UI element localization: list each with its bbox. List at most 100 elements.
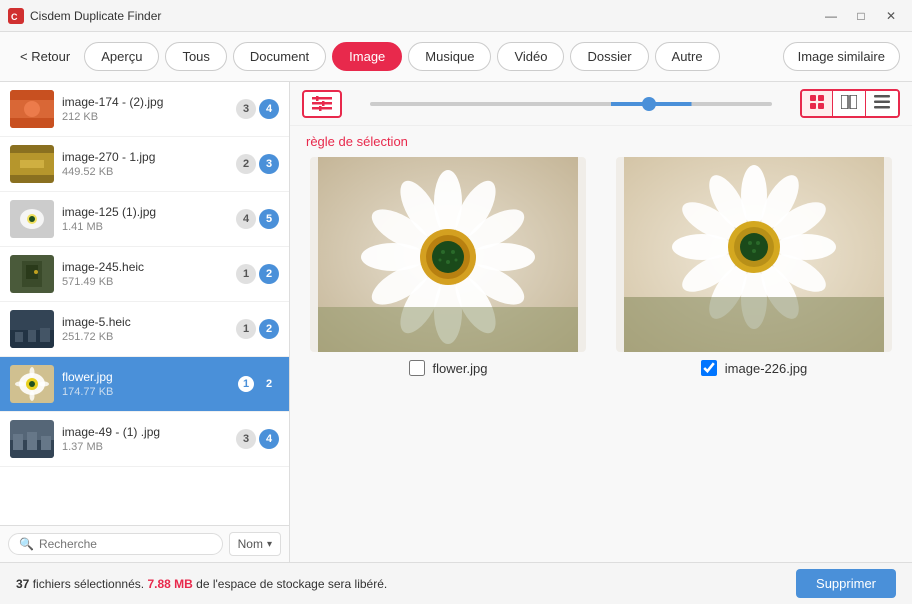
badge-index: 2: [259, 319, 279, 339]
search-input[interactable]: [39, 537, 212, 551]
view-buttons: [800, 89, 900, 118]
filter-musique[interactable]: Musique: [408, 42, 491, 71]
badge-group: 4: [236, 209, 256, 229]
file-thumbnail: [10, 90, 54, 128]
list-item[interactable]: image-245.heic 571.49 KB 1 2: [0, 247, 289, 302]
selection-rules-button[interactable]: [302, 90, 342, 118]
back-button[interactable]: < Retour: [12, 45, 78, 68]
selection-rule-label: règle de sélection: [290, 126, 912, 157]
list-item[interactable]: image-270 - 1.jpg 449.52 KB 2 3: [0, 137, 289, 192]
preview-area: flower.jpg: [290, 157, 912, 562]
chevron-down-icon: ▾: [267, 539, 272, 550]
search-bar: 🔍 Nom ▾: [0, 525, 289, 562]
delete-button[interactable]: Supprimer: [796, 569, 896, 598]
preview-col-right: image-226.jpg: [616, 157, 892, 552]
file-info: image-270 - 1.jpg 449.52 KB: [62, 150, 228, 178]
file-label-right: image-226.jpg: [725, 361, 807, 376]
file-label-row-right: image-226.jpg: [701, 360, 807, 376]
close-button[interactable]: ✕: [878, 6, 904, 26]
badge-group: 3: [236, 99, 256, 119]
zoom-slider[interactable]: [370, 102, 772, 106]
file-label-row-left: flower.jpg: [409, 360, 488, 376]
view-list-button[interactable]: [866, 91, 898, 116]
list-item[interactable]: image-5.heic 251.72 KB 1 2: [0, 302, 289, 357]
preview-image-left: [310, 157, 586, 352]
filter-video[interactable]: Vidéo: [497, 42, 564, 71]
status-count: 37: [16, 577, 29, 591]
file-size: 212 KB: [62, 111, 228, 123]
file-thumbnail: [10, 200, 54, 238]
badge-group: 3: [236, 429, 256, 449]
file-badges: 4 5: [236, 209, 279, 229]
file-info: image-125 (1).jpg 1.41 MB: [62, 205, 228, 233]
maximize-button[interactable]: □: [848, 6, 874, 26]
list-item[interactable]: flower.jpg 174.77 KB 1 2: [0, 357, 289, 412]
file-thumbnail: [10, 310, 54, 348]
filter-autre[interactable]: Autre: [655, 42, 720, 71]
file-badges: 3 4: [236, 429, 279, 449]
filter-document[interactable]: Document: [233, 42, 326, 71]
badge-group: 2: [236, 154, 256, 174]
file-badges: 1 2: [236, 319, 279, 339]
list-item[interactable]: image-125 (1).jpg 1.41 MB 4 5: [0, 192, 289, 247]
badge-index: 2: [259, 374, 279, 394]
file-size: 449.52 KB: [62, 166, 228, 178]
list-item[interactable]: image-49 - (1) .jpg 1.37 MB 3 4: [0, 412, 289, 467]
badge-index: 5: [259, 209, 279, 229]
app-icon: C: [8, 8, 24, 24]
file-thumbnail: [10, 420, 54, 458]
file-checkbox-left[interactable]: [409, 360, 425, 376]
status-storage: de l'espace de stockage sera libéré.: [196, 577, 387, 591]
image-similaire-button[interactable]: Image similaire: [783, 42, 900, 71]
file-name: flower.jpg: [62, 370, 228, 384]
view-compare-button[interactable]: [833, 91, 866, 116]
file-size: 174.77 KB: [62, 386, 228, 398]
file-badges: 2 3: [236, 154, 279, 174]
file-name: image-125 (1).jpg: [62, 205, 228, 219]
list-item[interactable]: image-174 - (2).jpg 212 KB 3 4: [0, 82, 289, 137]
file-name: image-270 - 1.jpg: [62, 150, 228, 164]
badge-group: 1: [236, 319, 256, 339]
minimize-button[interactable]: —: [818, 6, 844, 26]
search-icon: 🔍: [19, 537, 34, 551]
status-fichiers: fichiers sélectionnés.: [33, 577, 148, 591]
file-size: 1.41 MB: [62, 221, 228, 233]
file-name: image-49 - (1) .jpg: [62, 425, 228, 439]
file-thumbnail: [10, 365, 54, 403]
badge-index: 2: [259, 264, 279, 284]
file-info: image-174 - (2).jpg 212 KB: [62, 95, 228, 123]
sort-label: Nom: [238, 537, 263, 551]
window-controls: — □ ✕: [818, 6, 904, 26]
app-title: Cisdem Duplicate Finder: [30, 9, 161, 23]
file-size: 251.72 KB: [62, 331, 228, 343]
badge-index: 3: [259, 154, 279, 174]
file-thumbnail: [10, 255, 54, 293]
filter-apercu[interactable]: Aperçu: [84, 42, 159, 71]
main-layout: image-174 - (2).jpg 212 KB 3 4: [0, 82, 912, 562]
svg-text:C: C: [11, 12, 18, 22]
badge-index: 4: [259, 429, 279, 449]
preview-image-right: [616, 157, 892, 352]
file-badges: 1 2: [236, 264, 279, 284]
file-info: image-5.heic 251.72 KB: [62, 315, 228, 343]
file-thumbnail: [10, 145, 54, 183]
sort-select[interactable]: Nom ▾: [229, 532, 281, 556]
status-size: 7.88 MB: [147, 577, 192, 591]
filter-tous[interactable]: Tous: [165, 42, 226, 71]
file-info: image-245.heic 571.49 KB: [62, 260, 228, 288]
file-size: 1.37 MB: [62, 441, 228, 453]
title-bar: C Cisdem Duplicate Finder — □ ✕: [0, 0, 912, 32]
filter-image[interactable]: Image: [332, 42, 402, 71]
left-panel: image-174 - (2).jpg 212 KB 3 4: [0, 82, 290, 562]
filter-dossier[interactable]: Dossier: [570, 42, 648, 71]
file-badges: 1 2: [236, 374, 279, 394]
search-input-wrap[interactable]: 🔍: [8, 533, 223, 555]
file-list: image-174 - (2).jpg 212 KB 3 4: [0, 82, 289, 525]
file-badges: 3 4: [236, 99, 279, 119]
title-bar-left: C Cisdem Duplicate Finder: [8, 8, 161, 24]
file-checkbox-right[interactable]: [701, 360, 717, 376]
badge-group: 1: [236, 264, 256, 284]
file-info: flower.jpg 174.77 KB: [62, 370, 228, 398]
view-grid-button[interactable]: [802, 91, 833, 116]
file-name: image-5.heic: [62, 315, 228, 329]
